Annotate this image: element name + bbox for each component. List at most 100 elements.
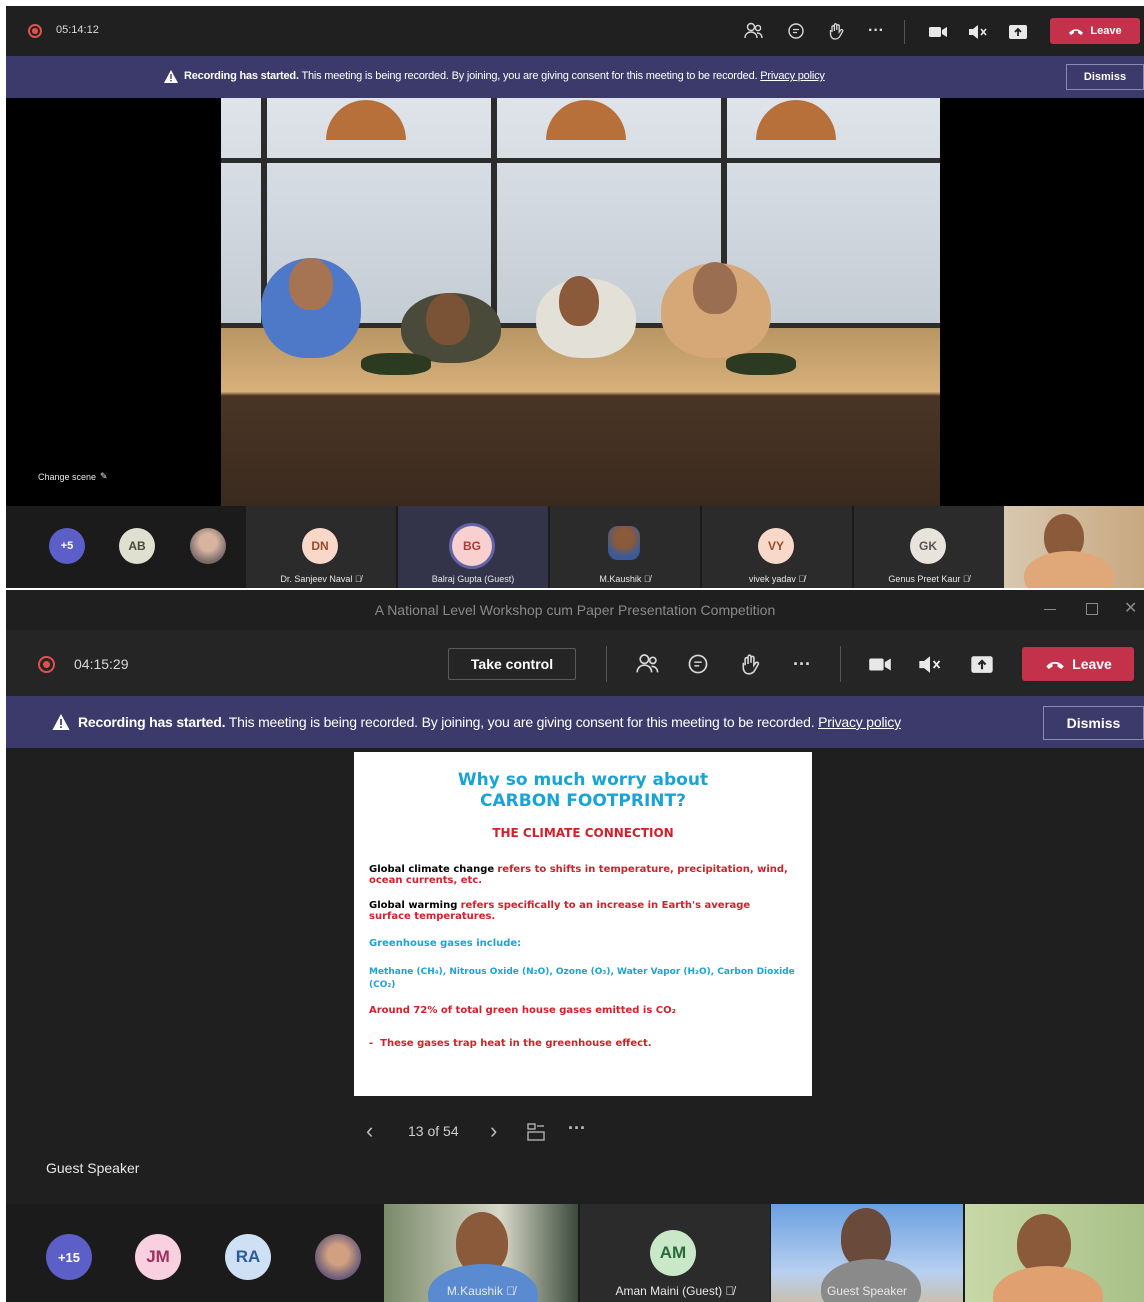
participant-avatar: VY bbox=[758, 528, 794, 564]
more-options-icon[interactable]: ··· bbox=[788, 650, 816, 678]
share-screen-icon[interactable] bbox=[1006, 22, 1030, 42]
participant-seat bbox=[693, 262, 737, 314]
leave-button[interactable]: Leave bbox=[1022, 647, 1134, 681]
slide-grid-icon[interactable] bbox=[526, 1122, 546, 1142]
slide-page-indicator: 13 of 54 bbox=[408, 1123, 459, 1139]
close-icon[interactable]: ✕ bbox=[1124, 598, 1137, 618]
self-video-tile[interactable] bbox=[965, 1204, 1144, 1302]
participant-photo-avatar[interactable] bbox=[190, 528, 226, 564]
ceiling-lamp bbox=[546, 100, 626, 140]
leave-label: Leave bbox=[1072, 656, 1112, 672]
mic-muted-icon[interactable] bbox=[966, 22, 990, 42]
participant-avatar: AM bbox=[650, 1230, 696, 1276]
camera-icon[interactable] bbox=[926, 22, 950, 42]
participant-photo-avatar bbox=[608, 526, 640, 560]
share-screen-icon[interactable] bbox=[968, 652, 996, 676]
slide-term: Global climate change bbox=[369, 864, 495, 875]
phone-hangup-icon bbox=[1046, 661, 1064, 669]
warning-icon bbox=[164, 70, 178, 88]
participant-seat bbox=[559, 276, 599, 326]
participants-icon[interactable] bbox=[634, 650, 662, 678]
participant-video-tile[interactable]: Guest Speaker bbox=[771, 1204, 963, 1302]
participant-name: vivek yadav bbox=[748, 574, 796, 584]
warning-icon bbox=[52, 714, 70, 735]
participants-icon[interactable] bbox=[742, 20, 766, 42]
participant-name: M.Kaushik bbox=[599, 574, 642, 584]
table-plant bbox=[361, 353, 431, 375]
participant-name: Aman Maini (Guest) bbox=[615, 1284, 723, 1298]
next-slide-icon[interactable]: › bbox=[490, 1118, 497, 1144]
participant-avatar: DN bbox=[302, 528, 338, 564]
slide-bullet-text: These gases trap heat in the greenhouse … bbox=[380, 1038, 652, 1049]
slide-paragraph: Around 72% of total green house gases em… bbox=[369, 1005, 676, 1016]
slide-term: Global warming bbox=[369, 900, 458, 911]
maximize-icon[interactable] bbox=[1086, 603, 1098, 615]
slide-paragraph: Methane (CH₄), Nitrous Oxide (N₂O), Ozon… bbox=[369, 967, 795, 990]
recording-indicator-icon bbox=[38, 656, 55, 673]
meeting-toolbar: 05:14:12 ··· Leave bbox=[6, 6, 1144, 56]
change-scene-button[interactable]: Change scene bbox=[38, 472, 96, 482]
phone-hangup-icon bbox=[1069, 29, 1084, 35]
raise-hand-icon[interactable] bbox=[736, 650, 764, 678]
participant-seat bbox=[289, 258, 333, 310]
participant-tile[interactable]: DN Dr. Sanjeev Naval 🎙̸ bbox=[246, 506, 396, 588]
banner-title: Recording has started. bbox=[78, 714, 226, 730]
meeting-window-1: 05:14:12 ··· Leave Recording has started… bbox=[6, 6, 1144, 588]
dismiss-button[interactable]: Dismiss bbox=[1066, 64, 1144, 90]
participant-tile[interactable]: AM Aman Maini (Guest) 🎙̸ bbox=[580, 1204, 770, 1302]
together-mode-scene bbox=[221, 98, 940, 506]
participant-name: Guest Speaker bbox=[826, 1284, 908, 1298]
dismiss-button[interactable]: Dismiss bbox=[1043, 706, 1144, 740]
recording-banner: Recording has started. This meeting is b… bbox=[6, 56, 1144, 98]
take-control-button[interactable]: Take control bbox=[448, 648, 576, 680]
bullet-icon: - bbox=[369, 1038, 381, 1049]
more-options-icon[interactable]: ··· bbox=[864, 20, 888, 42]
mic-muted-icon[interactable] bbox=[916, 652, 944, 676]
slide-more-icon[interactable]: ··· bbox=[568, 1118, 586, 1139]
participant-name: Dr. Sanjeev Naval bbox=[280, 574, 353, 584]
overflow-participants-avatar[interactable]: +5 bbox=[49, 528, 85, 564]
self-video-tile[interactable] bbox=[1004, 506, 1144, 588]
participant-avatar[interactable]: RA bbox=[225, 1234, 271, 1280]
ceiling-lamp bbox=[326, 100, 406, 140]
meeting-timer: 04:15:29 bbox=[74, 656, 129, 672]
mic-off-icon: 🎙̸ bbox=[643, 574, 651, 584]
previous-slide-icon[interactable]: ‹ bbox=[366, 1118, 373, 1144]
participant-tile[interactable]: GK Genus Preet Kaur 🎙̸ bbox=[854, 506, 1004, 588]
mic-off-icon: 🎙̸ bbox=[798, 574, 806, 584]
overflow-participants-avatar[interactable]: +15 bbox=[46, 1234, 92, 1280]
raise-hand-icon[interactable] bbox=[824, 20, 848, 42]
window-title-bar: A National Level Workshop cum Paper Pres… bbox=[6, 590, 1144, 630]
leave-button[interactable]: Leave bbox=[1050, 18, 1140, 44]
camera-icon[interactable] bbox=[866, 652, 894, 676]
participant-tile[interactable]: M.Kaushik 🎙̸ bbox=[550, 506, 700, 588]
participant-avatar[interactable]: JM bbox=[135, 1234, 181, 1280]
minimize-icon[interactable] bbox=[1044, 609, 1056, 610]
privacy-policy-link[interactable]: Privacy policy bbox=[818, 714, 901, 730]
slide-paragraph: Global warming refers specifically to an… bbox=[369, 900, 789, 922]
participant-video-tile[interactable]: M.Kaushik 🎙̸ bbox=[384, 1204, 578, 1302]
meeting-timer: 05:14:12 bbox=[56, 24, 99, 36]
toolbar-divider bbox=[840, 646, 841, 682]
participant-photo-avatar[interactable] bbox=[315, 1234, 361, 1280]
slide-paragraph: Global climate change refers to shifts i… bbox=[369, 864, 809, 886]
participant-avatar[interactable]: AB bbox=[119, 528, 155, 564]
slide-title-line1: Why so much worry about bbox=[457, 770, 709, 790]
chat-icon[interactable] bbox=[684, 650, 712, 678]
mic-off-icon: 🎙̸ bbox=[354, 574, 362, 584]
participant-avatar: GK bbox=[910, 528, 946, 564]
chat-icon[interactable] bbox=[784, 20, 808, 42]
window-title: A National Level Workshop cum Paper Pres… bbox=[374, 602, 776, 618]
participant-avatar: BG bbox=[452, 526, 492, 566]
participant-seat bbox=[426, 293, 470, 345]
banner-text: This meeting is being recorded. By joini… bbox=[301, 70, 758, 82]
participant-tile[interactable]: VY vivek yadav 🎙̸ bbox=[702, 506, 852, 588]
participant-name: Genus Preet Kaur bbox=[888, 574, 961, 584]
ceiling-lamp bbox=[756, 100, 836, 140]
meeting-toolbar: 04:15:29 Take control ··· Leave bbox=[6, 630, 1144, 696]
slide-bullet: - These gases trap heat in the greenhous… bbox=[369, 1038, 652, 1049]
meeting-window-2: A National Level Workshop cum Paper Pres… bbox=[6, 590, 1144, 1302]
participant-strip: +15 JM RA M.Kaushik 🎙̸ AM Aman Maini (Gu… bbox=[6, 1204, 1144, 1302]
participant-tile-speaking[interactable]: BG Balraj Gupta (Guest) bbox=[398, 506, 548, 588]
privacy-policy-link[interactable]: Privacy policy bbox=[760, 70, 825, 82]
